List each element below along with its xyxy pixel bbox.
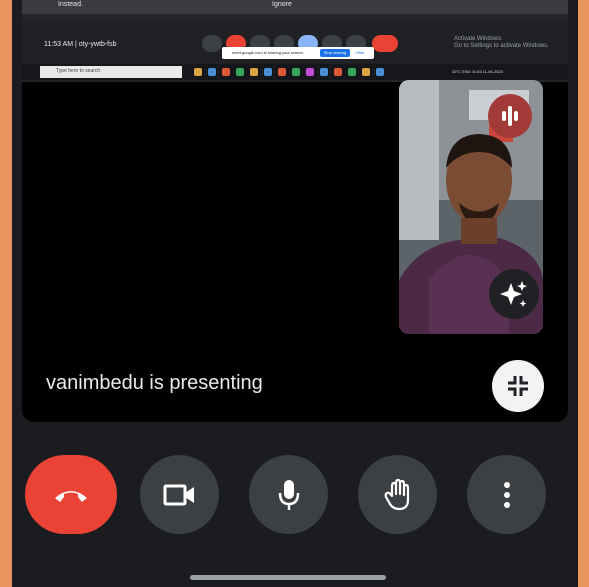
shared-screen-top-bar: Instead. Ignore: [22, 0, 568, 14]
taskbar-app-icon: [306, 68, 314, 76]
taskbar-app-icon: [376, 68, 384, 76]
taskbar-app-icon: [208, 68, 216, 76]
shared-end-control: [372, 35, 398, 52]
collapse-view-button[interactable]: [492, 360, 544, 412]
activate-windows-text: Activate Windows Go to Settings to activ…: [454, 36, 549, 49]
shared-meeting-info: 11:53 AM | oty-ywtb-fsb: [44, 41, 117, 48]
raise-hand-button[interactable]: [358, 455, 437, 534]
shared-meeting-time: 11:53 AM: [44, 41, 74, 48]
shared-screen-text-instead: Instead.: [58, 1, 83, 8]
microphone-icon: [278, 479, 299, 510]
taskbar-app-icon: [236, 68, 244, 76]
taskbar-app-icon: [250, 68, 258, 76]
sharing-banner: meet.google.com is sharing your screen. …: [222, 47, 374, 59]
camera-button[interactable]: [140, 455, 219, 534]
taskbar-app-icon: [292, 68, 300, 76]
microphone-button[interactable]: [249, 455, 328, 534]
taskbar-app-icon: [264, 68, 272, 76]
hand-icon: [384, 478, 409, 510]
more-vertical-icon: [503, 481, 510, 508]
taskbar-app-icon: [320, 68, 328, 76]
end-call-button[interactable]: [25, 455, 117, 534]
taskbar-search-placeholder: Type here to search: [56, 68, 101, 74]
taskbar-search: Type here to search: [40, 66, 182, 78]
sharing-banner-text: meet.google.com is sharing your screen.: [232, 50, 305, 55]
home-indicator[interactable]: [190, 575, 386, 580]
speaking-indicator-icon: [488, 94, 532, 138]
phone-hangup-icon: [55, 490, 87, 502]
taskbar-app-icon: [194, 68, 202, 76]
hide-banner-link: Hide: [356, 50, 365, 55]
visual-effects-button[interactable]: [489, 269, 539, 319]
taskbar-app-icon: [222, 68, 230, 76]
shared-mic-control: [202, 35, 222, 52]
sparkle-icon: [500, 281, 527, 307]
more-options-button[interactable]: [467, 455, 546, 534]
taskbar-app-icon: [334, 68, 342, 76]
collapse-icon: [508, 376, 528, 396]
video-camera-icon: [163, 484, 194, 505]
taskbar-app-icon: [348, 68, 356, 76]
windows-taskbar: Type here to search 33°C ENG 11:53 11-06…: [22, 64, 568, 80]
taskbar-tray-text: 33°C ENG 11:53 11-06-2023: [452, 69, 503, 74]
presenting-label: vanimbedu is presenting: [46, 372, 263, 394]
stop-sharing-button: Stop sharing: [320, 49, 350, 57]
shared-screen-preview: Instead. Ignore 11:53 AM | oty-ywtb-fsb …: [22, 0, 568, 82]
taskbar-app-icon: [278, 68, 286, 76]
shared-meeting-code: oty-ywtb-fsb: [78, 41, 117, 48]
shared-screen-text-ignore: Ignore: [272, 1, 292, 8]
taskbar-app-icon: [362, 68, 370, 76]
